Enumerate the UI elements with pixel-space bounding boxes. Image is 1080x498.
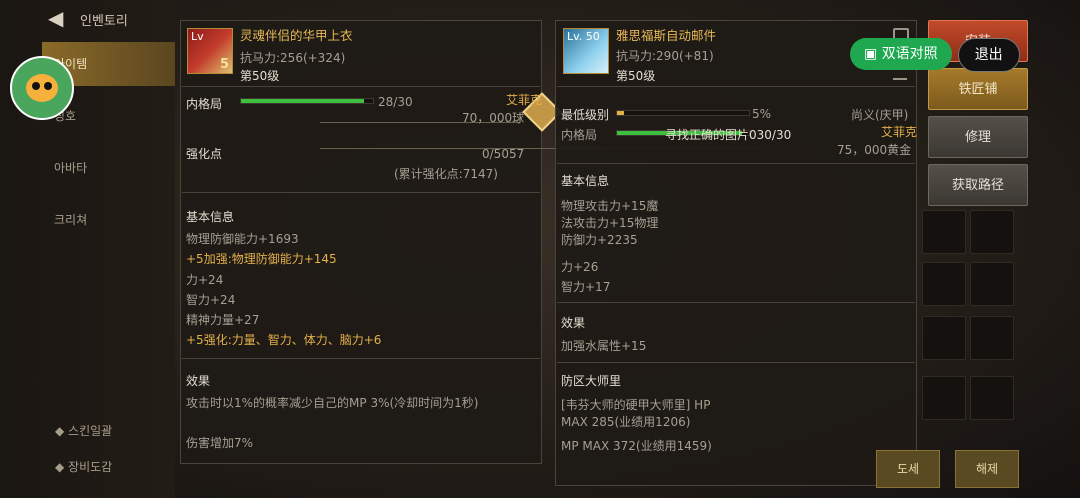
inventory-slot[interactable] xyxy=(970,376,1014,420)
back-arrow-icon[interactable]: ◀ xyxy=(48,8,68,28)
basic-info-title: 基本信息 xyxy=(186,210,235,224)
set-line: MAX 285(业绩用1206) xyxy=(561,415,691,429)
divider xyxy=(557,86,915,87)
grade-label: 内格局 xyxy=(561,128,598,142)
divider xyxy=(557,163,915,164)
sidebar-title: 인벤토리 xyxy=(80,14,128,29)
inventory-slot[interactable] xyxy=(922,316,966,360)
bottom-action-b[interactable]: 해제 xyxy=(955,450,1019,488)
stat-line: +5强化:力量、智力、体力、脑力+6 xyxy=(186,333,382,347)
effect-title: 效果 xyxy=(186,374,211,388)
divider xyxy=(182,192,540,193)
set-title: 防区大师里 xyxy=(561,374,622,388)
translate-controls: ▣ 双语对照 退出 xyxy=(850,38,1030,72)
stat-line: 防御力+2235 xyxy=(561,233,638,247)
divider xyxy=(557,302,915,303)
effect-line: 攻击时以1%的概率减少自己的MP 3%(冷却时间为1秒) xyxy=(186,396,479,410)
item-enhance-number: 5 xyxy=(219,57,229,72)
chest-armor-icon: Lv 5 xyxy=(187,28,233,74)
item-level-req: 第50级 xyxy=(240,69,280,83)
reinforce-label: 强化点 xyxy=(186,147,223,161)
inventory-slot[interactable] xyxy=(922,376,966,420)
stat-line: 物理攻击力+15魔 xyxy=(561,199,659,213)
exit-button[interactable]: 退出 xyxy=(957,38,1020,72)
stat-line: 力+24 xyxy=(186,273,224,287)
grade-label: 内格局 xyxy=(186,97,223,111)
inventory-slot[interactable] xyxy=(922,262,966,306)
inventory-slot[interactable] xyxy=(970,316,1014,360)
grade-value: 28/30 xyxy=(378,95,413,109)
mail-armor-icon: Lv. 50 xyxy=(563,28,609,74)
effect-line: 加强水属性+15 xyxy=(561,339,647,353)
sidebar-item-creature[interactable]: 크리쳐 xyxy=(42,198,175,242)
equip-codex-button[interactable]: ◆ 장비도감 xyxy=(55,458,112,475)
stat-line: 力+26 xyxy=(561,260,599,274)
item-level-badge: Lv xyxy=(191,30,204,43)
equip-codex-label: 장비도감 xyxy=(68,460,113,474)
set-line: [韦芬大师的硬甲大师里] HP xyxy=(561,398,711,412)
set-line: MP MAX 372(业绩用1459) xyxy=(561,439,712,453)
stat-line: 物理防御能力+1693 xyxy=(186,232,299,246)
min-level-value: 5% xyxy=(752,107,772,121)
inventory-slot[interactable] xyxy=(970,262,1014,306)
effect-line: 伤害增加7% xyxy=(186,436,254,450)
reinforce-total: (累计强化点:7147) xyxy=(394,167,498,181)
item-price: 70，000球 xyxy=(462,111,525,125)
bilingual-toggle[interactable]: ▣ 双语对照 xyxy=(850,38,952,70)
divider xyxy=(182,86,540,87)
inventory-slot[interactable] xyxy=(922,210,966,254)
stat-line: 智力+24 xyxy=(186,293,236,307)
stat-line: 法攻击力+15物理 xyxy=(561,216,659,230)
bilingual-label: 双语对照 xyxy=(881,46,938,62)
min-level-bar-fill xyxy=(617,111,624,115)
skin-bulk-label: 스킨일괄 xyxy=(68,424,113,438)
divider xyxy=(557,362,915,363)
stat-line: +5加强:物理防御能力+145 xyxy=(186,252,337,266)
grade-note: 寻找正确的图片030/30 xyxy=(665,128,792,142)
item-name: 雅思福斯自动邮件 xyxy=(616,28,717,43)
bottom-action-a[interactable]: 도세 xyxy=(876,450,940,488)
obtain-path-button[interactable]: 获取路径 xyxy=(928,164,1028,206)
min-level-label: 最低级别 xyxy=(561,108,610,122)
stat-line: 智力+17 xyxy=(561,280,611,294)
divider xyxy=(182,358,540,359)
sidebar-item-avatar[interactable]: 아바타 xyxy=(42,146,175,190)
min-level-bar xyxy=(616,110,750,116)
effect-title: 效果 xyxy=(561,316,586,330)
item-price: 75，000黄金 xyxy=(837,143,912,157)
reinforce-value: 0/5057 xyxy=(482,147,525,161)
smithy-button[interactable]: 铁匠铺 xyxy=(928,68,1028,110)
item-level-badge: Lv. 50 xyxy=(567,30,600,43)
item-level-req: 第50级 xyxy=(616,69,656,83)
seller-tag-right: 艾菲克 xyxy=(881,125,918,139)
mascot-avatar-icon[interactable] xyxy=(10,56,74,120)
grade-bar-fill xyxy=(241,99,364,103)
seller-name: 尚义(庆甲) xyxy=(851,108,909,122)
stat-line: 精神力量+27 xyxy=(186,313,260,327)
inventory-slot[interactable] xyxy=(970,210,1014,254)
seller-tag: 艾菲克 xyxy=(506,93,543,107)
item-resist: 抗马力:290(+81) xyxy=(616,49,714,63)
repair-button[interactable]: 修理 xyxy=(928,116,1028,158)
skin-bulk-button[interactable]: ◆ 스킨일괄 xyxy=(55,422,112,439)
item-name: 灵魂伴侣的华甲上衣 xyxy=(240,28,353,43)
grade-bar xyxy=(240,98,374,104)
basic-info-title: 基本信息 xyxy=(561,174,610,188)
item-resist: 抗马力:256(+324) xyxy=(240,51,346,65)
